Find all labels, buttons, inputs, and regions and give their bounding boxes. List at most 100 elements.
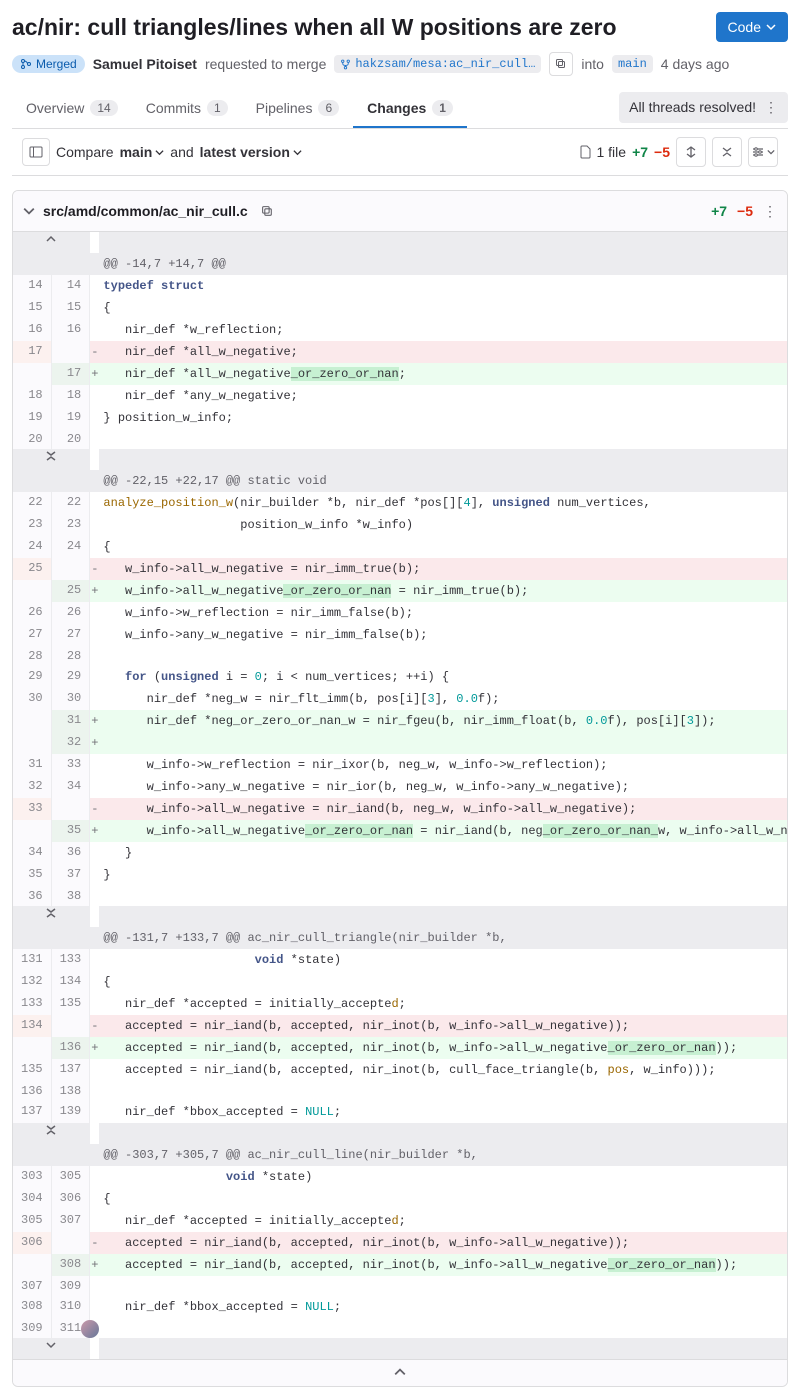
tab-pipelines[interactable]: Pipelines 6	[242, 90, 354, 128]
old-line-number[interactable]: 137	[13, 1101, 51, 1123]
file-bottom-collapse[interactable]	[13, 1359, 787, 1386]
old-line-number[interactable]: 26	[13, 602, 51, 624]
expand-lines-button[interactable]	[13, 1338, 90, 1359]
tab-changes[interactable]: Changes 1	[353, 90, 467, 128]
new-line-number[interactable]: 22	[51, 492, 90, 514]
old-line-number[interactable]: 14	[13, 275, 51, 297]
new-line-number[interactable]: 20	[51, 429, 90, 449]
old-line-number[interactable]	[13, 1037, 51, 1059]
file-tree-toggle-button[interactable]	[22, 138, 50, 166]
copy-file-path-button[interactable]	[256, 199, 280, 223]
threads-resolved-button[interactable]: All threads resolved! ⋮	[619, 92, 788, 123]
old-line-number[interactable]: 36	[13, 886, 51, 906]
new-line-number[interactable]: 135	[51, 993, 90, 1015]
new-line-number[interactable]: 306	[51, 1188, 90, 1210]
new-line-number[interactable]: 310	[51, 1296, 90, 1318]
old-line-number[interactable]: 20	[13, 429, 51, 449]
new-line-number[interactable]: 136	[51, 1037, 90, 1059]
old-line-number[interactable]: 28	[13, 646, 51, 666]
old-line-number[interactable]: 23	[13, 514, 51, 536]
new-line-number[interactable]: 36	[51, 842, 90, 864]
expand-lines-button[interactable]	[13, 449, 90, 470]
new-line-number[interactable]: 138	[51, 1081, 90, 1101]
new-line-number[interactable]: 133	[51, 949, 90, 971]
old-line-number[interactable]: 304	[13, 1188, 51, 1210]
old-line-number[interactable]: 24	[13, 536, 51, 558]
diff-settings-button[interactable]	[748, 137, 778, 167]
new-line-number[interactable]: 307	[51, 1210, 90, 1232]
expand-all-button[interactable]	[676, 137, 706, 167]
new-line-number[interactable]: 309	[51, 1276, 90, 1296]
new-line-number[interactable]	[51, 798, 90, 820]
new-line-number[interactable]: 32	[51, 732, 90, 754]
code-dropdown-button[interactable]: Code	[716, 12, 788, 42]
old-line-number[interactable]: 34	[13, 842, 51, 864]
old-line-number[interactable]: 29	[13, 666, 51, 688]
old-line-number[interactable]: 135	[13, 1059, 51, 1081]
old-line-number[interactable]	[13, 732, 51, 754]
new-line-number[interactable]: 23	[51, 514, 90, 536]
file-path[interactable]: src/amd/common/ac_nir_cull.c	[43, 203, 248, 219]
old-line-number[interactable]: 308	[13, 1296, 51, 1318]
new-line-number[interactable]: 16	[51, 319, 90, 341]
new-line-number[interactable]: 37	[51, 864, 90, 886]
tab-overview[interactable]: Overview 14	[12, 90, 132, 128]
old-line-number[interactable]: 133	[13, 993, 51, 1015]
new-line-number[interactable]: 34	[51, 776, 90, 798]
old-line-number[interactable]: 132	[13, 971, 51, 993]
old-line-number[interactable]: 35	[13, 864, 51, 886]
old-line-number[interactable]: 131	[13, 949, 51, 971]
old-line-number[interactable]: 33	[13, 798, 51, 820]
old-line-number[interactable]: 17	[13, 341, 51, 363]
new-line-number[interactable]: 38	[51, 886, 90, 906]
new-line-number[interactable]: 28	[51, 646, 90, 666]
expand-lines-button[interactable]	[13, 232, 90, 253]
new-line-number[interactable]: 29	[51, 666, 90, 688]
author-link[interactable]: Samuel Pitoiset	[93, 56, 197, 72]
old-line-number[interactable]: 16	[13, 319, 51, 341]
new-line-number[interactable]	[51, 341, 90, 363]
new-line-number[interactable]: 139	[51, 1101, 90, 1123]
new-line-number[interactable]: 30	[51, 688, 90, 710]
old-line-number[interactable]: 134	[13, 1015, 51, 1037]
target-branch-link[interactable]: main	[612, 55, 653, 73]
new-line-number[interactable]: 25	[51, 580, 90, 602]
compare-base-dropdown[interactable]: main	[120, 144, 165, 160]
new-line-number[interactable]: 14	[51, 275, 90, 297]
new-line-number[interactable]: 15	[51, 297, 90, 319]
collapse-all-button[interactable]	[712, 137, 742, 167]
new-line-number[interactable]: 27	[51, 624, 90, 646]
old-line-number[interactable]: 27	[13, 624, 51, 646]
new-line-number[interactable]: 35	[51, 820, 90, 842]
compare-head-dropdown[interactable]: latest version	[200, 144, 302, 160]
old-line-number[interactable]	[13, 710, 51, 732]
old-line-number[interactable]: 22	[13, 492, 51, 514]
old-line-number[interactable]	[13, 580, 51, 602]
old-line-number[interactable]: 303	[13, 1166, 51, 1188]
old-line-number[interactable]: 305	[13, 1210, 51, 1232]
new-line-number[interactable]: 19	[51, 407, 90, 429]
new-line-number[interactable]	[51, 558, 90, 580]
source-branch-link[interactable]: hakzsam/mesa:ac_nir_cull…	[334, 55, 541, 73]
old-line-number[interactable]	[13, 820, 51, 842]
new-line-number[interactable]: 17	[51, 363, 90, 385]
old-line-number[interactable]: 15	[13, 297, 51, 319]
old-line-number[interactable]: 307	[13, 1276, 51, 1296]
new-line-number[interactable]: 134	[51, 971, 90, 993]
copy-source-branch-button[interactable]	[549, 52, 573, 76]
new-line-number[interactable]: 308	[51, 1254, 90, 1276]
new-line-number[interactable]: 18	[51, 385, 90, 407]
new-line-number[interactable]	[51, 1015, 90, 1037]
old-line-number[interactable]	[13, 1254, 51, 1276]
old-line-number[interactable]: 25	[13, 558, 51, 580]
old-line-number[interactable]: 306	[13, 1232, 51, 1254]
file-collapse-toggle[interactable]	[23, 205, 35, 217]
old-line-number[interactable]: 19	[13, 407, 51, 429]
new-line-number[interactable]: 31	[51, 710, 90, 732]
old-line-number[interactable]: 32	[13, 776, 51, 798]
expand-lines-button[interactable]	[13, 906, 90, 927]
old-line-number[interactable]: 31	[13, 754, 51, 776]
new-line-number[interactable]: 33	[51, 754, 90, 776]
tab-commits[interactable]: Commits 1	[132, 90, 242, 128]
old-line-number[interactable]: 30	[13, 688, 51, 710]
